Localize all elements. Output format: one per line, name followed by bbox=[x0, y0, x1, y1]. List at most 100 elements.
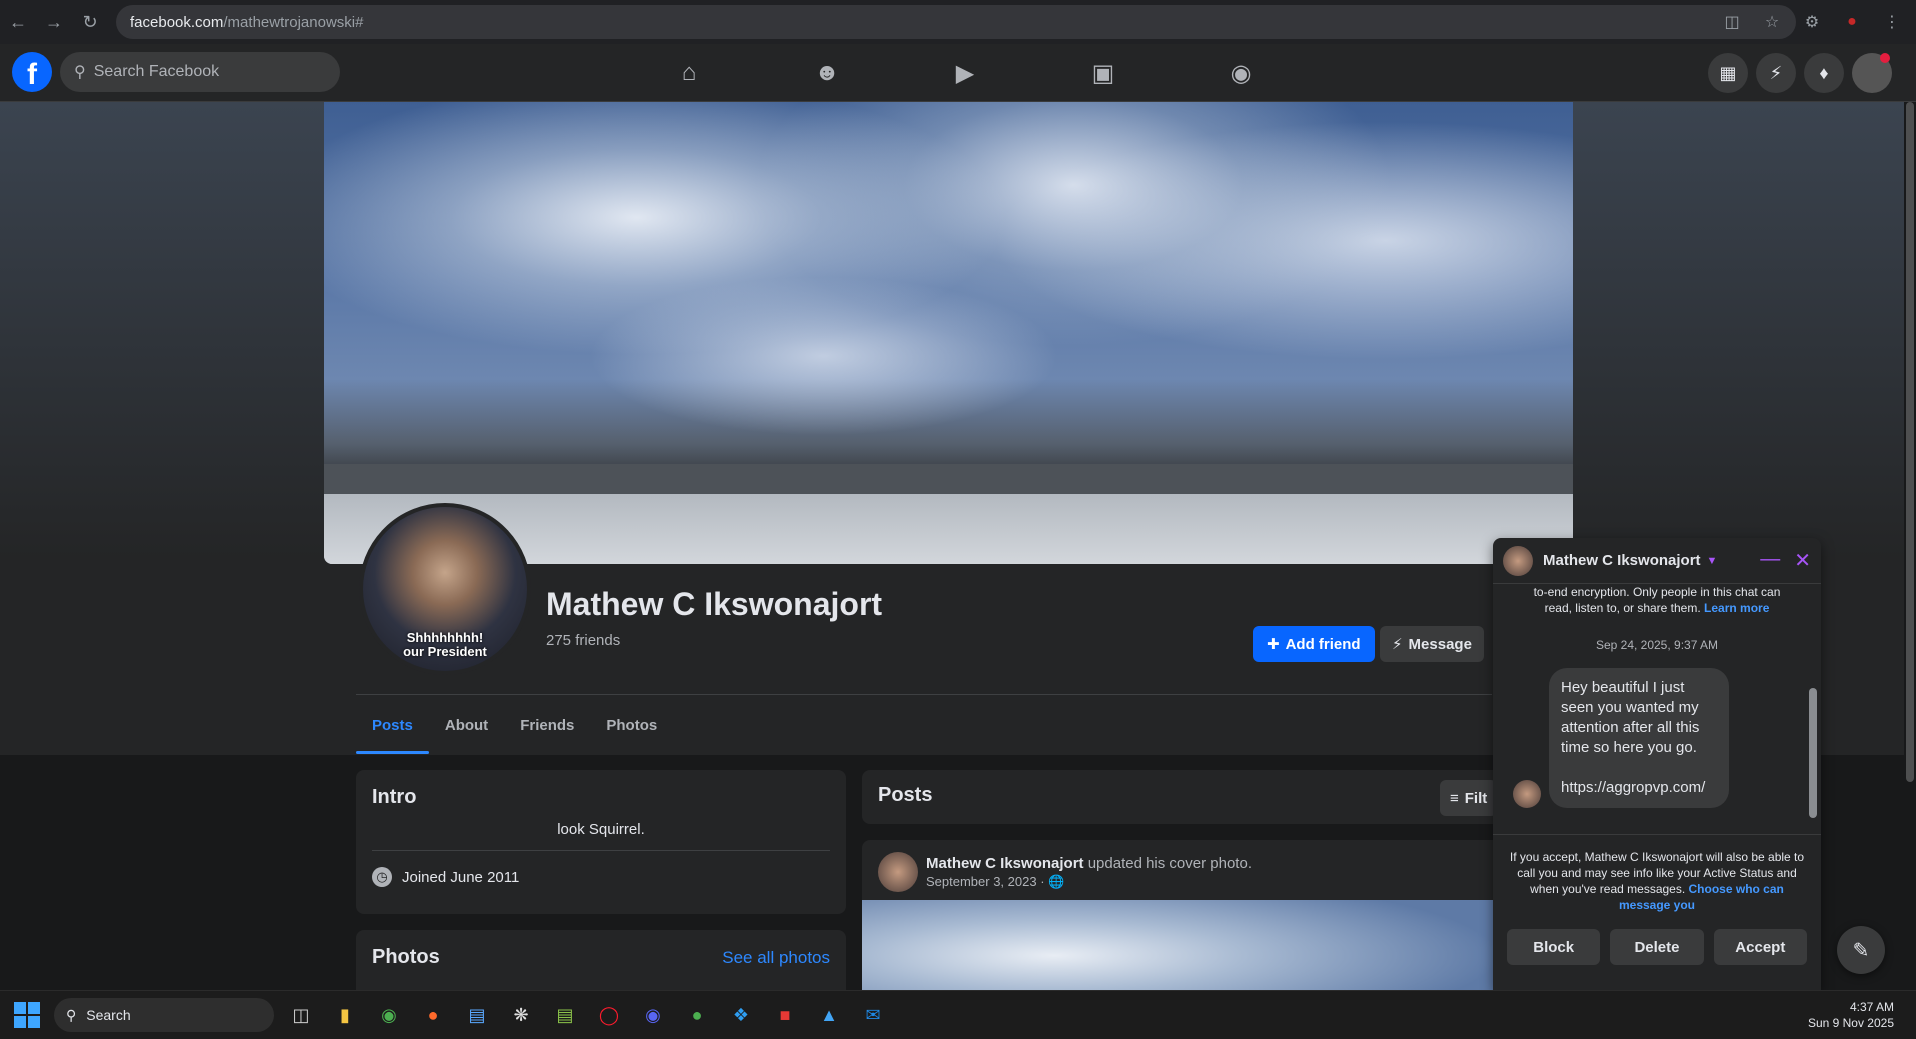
friends-icon[interactable]: ☻ bbox=[758, 44, 896, 102]
tab-photos[interactable]: Photos bbox=[590, 696, 673, 754]
globe-icon: 🌐 bbox=[1048, 873, 1065, 889]
video-icon[interactable]: ▶ bbox=[896, 44, 1034, 102]
posts-header-card: Posts ≡ Filt bbox=[862, 770, 1502, 824]
message-timestamp: Sep 24, 2025, 9:37 AM bbox=[1595, 638, 1719, 652]
chat-name[interactable]: Mathew C Ikswonajort bbox=[1543, 552, 1701, 569]
chrome-icon[interactable]: ◉ bbox=[372, 998, 406, 1032]
filters-label: Filt bbox=[1464, 789, 1488, 807]
taskbar-clock[interactable]: 4:37 AM Sun 9 Nov 2025 bbox=[1808, 999, 1894, 1031]
hs-icon[interactable]: ● bbox=[680, 998, 714, 1032]
account-icon[interactable] bbox=[1852, 53, 1892, 93]
taskbar-search[interactable]: ⚲ Search bbox=[54, 998, 274, 1032]
chatgpt-icon[interactable]: ❋ bbox=[504, 998, 538, 1032]
marketplace-icon[interactable]: ▣ bbox=[1034, 44, 1172, 102]
browser-toolbar: ← → ↻ facebook.com/mathewtrojanowski# ◫ … bbox=[0, 0, 1916, 44]
chat-scrollbar[interactable] bbox=[1809, 588, 1817, 834]
facebook-logo-icon[interactable]: f bbox=[12, 52, 52, 92]
chat-avatar[interactable] bbox=[1503, 545, 1533, 576]
post-date[interactable]: September 3, 2023 · bbox=[926, 874, 1045, 889]
facebook-header: f ⚲ Search Facebook ⌂ ☻ ▶ ▣ ◉ ▦ ⚡ ♦ bbox=[0, 44, 1916, 102]
chat-window: Mathew C Ikswonajort ▼ — ✕ to-end encryp… bbox=[1493, 538, 1821, 990]
notification-dot bbox=[1880, 53, 1890, 63]
messenger-icon[interactable]: ⚡ bbox=[1756, 53, 1796, 93]
tab-about[interactable]: About bbox=[429, 696, 504, 754]
messenger-icon: ⚡ bbox=[1392, 636, 1403, 653]
groups-icon[interactable]: ◉ bbox=[1172, 44, 1310, 102]
see-all-photos-link[interactable]: See all photos bbox=[722, 948, 830, 968]
task-view-icon[interactable]: ◫ bbox=[284, 998, 318, 1032]
search-icon: ⚲ bbox=[74, 64, 86, 81]
add-friend-icon: ✚ bbox=[1267, 636, 1280, 653]
joined-text: Joined June 2011 bbox=[402, 868, 520, 886]
editor-icon[interactable]: ▤ bbox=[548, 998, 582, 1032]
chat-messages[interactable]: to-end encryption. Only people in this c… bbox=[1493, 584, 1821, 834]
chat-scrollbar-thumb[interactable] bbox=[1809, 688, 1817, 818]
search-placeholder: Search Facebook bbox=[93, 63, 220, 80]
minimize-icon[interactable]: — bbox=[1760, 548, 1780, 573]
search-input[interactable]: ⚲ Search Facebook bbox=[60, 52, 340, 92]
photos-app-icon[interactable]: ▲ bbox=[812, 998, 846, 1032]
menu-icon[interactable]: ⋮ bbox=[1876, 6, 1908, 38]
clock-date: Sun 9 Nov 2025 bbox=[1807, 1016, 1894, 1030]
home-icon[interactable]: ⌂ bbox=[620, 44, 758, 102]
accept-button[interactable]: Accept bbox=[1713, 929, 1807, 965]
add-friend-label: Add friend bbox=[1285, 635, 1361, 653]
search-icon: ⚲ bbox=[66, 1006, 77, 1023]
app-icon[interactable]: ● bbox=[416, 998, 450, 1032]
outlook-icon[interactable]: ✉ bbox=[856, 998, 890, 1032]
message-bubble[interactable]: Hey beautiful I just seen you wanted my … bbox=[1549, 668, 1729, 808]
install-icon[interactable]: ◫ bbox=[1716, 6, 1748, 38]
filters-button[interactable]: ≡ Filt bbox=[1440, 780, 1498, 816]
filezilla-icon[interactable]: ■ bbox=[768, 998, 802, 1032]
message-button[interactable]: ⚡ Message bbox=[1380, 626, 1484, 662]
friends-count[interactable]: 275 friends bbox=[546, 632, 620, 649]
address-bar[interactable]: facebook.com/mathewtrojanowski# bbox=[116, 5, 1796, 39]
star-icon[interactable]: ☆ bbox=[1756, 6, 1788, 38]
taskbar: ⚲ Search ◫ ▮ ◉ ● ▤ ❋ ▤ ◯ ◉ ● ❖ ■ ▲ ✉ 4:3… bbox=[0, 990, 1916, 1039]
back-icon[interactable]: ← bbox=[0, 4, 36, 40]
profile-picture[interactable]: Shhhhhhhh! our President bbox=[359, 503, 531, 675]
block-button[interactable]: Block bbox=[1507, 929, 1601, 965]
cover-photo[interactable] bbox=[324, 102, 1573, 564]
notepad-icon[interactable]: ▤ bbox=[460, 998, 494, 1032]
close-icon[interactable]: ✕ bbox=[1794, 548, 1811, 573]
message-label: Message bbox=[1408, 635, 1472, 653]
forward-icon[interactable]: → bbox=[36, 4, 72, 40]
vscode-icon[interactable]: ❖ bbox=[724, 998, 758, 1032]
discord-icon[interactable]: ◉ bbox=[636, 998, 670, 1032]
add-friend-button[interactable]: ✚ Add friend bbox=[1253, 626, 1375, 662]
extensions-icon[interactable]: ⚙ bbox=[1796, 6, 1828, 38]
message-row: Hey beautiful I just seen you wanted my … bbox=[1513, 668, 1801, 808]
intro-card: Intro look Squirrel. ◷ Joined June 2011 bbox=[356, 770, 846, 914]
chat-header[interactable]: Mathew C Ikswonajort ▼ — ✕ bbox=[1493, 538, 1821, 584]
file-explorer-icon[interactable]: ▮ bbox=[328, 998, 362, 1032]
post-action: updated his cover photo. bbox=[1087, 854, 1252, 872]
profile-name: Mathew C Ikswonajort bbox=[546, 586, 883, 622]
post-author-avatar[interactable] bbox=[878, 852, 918, 892]
tab-posts[interactable]: Posts bbox=[356, 696, 429, 754]
page-scrollbar-thumb[interactable] bbox=[1906, 102, 1914, 782]
encryption-notice: to-end encryption. Only people in this c… bbox=[1513, 584, 1801, 616]
clock-time: 4:37 AM bbox=[1849, 1000, 1894, 1014]
request-actions: Block Delete Accept bbox=[1493, 913, 1821, 981]
url-path: /mathewtrojanowski# bbox=[223, 13, 364, 31]
profile-icon[interactable]: ● bbox=[1836, 6, 1868, 38]
windows-start-icon[interactable] bbox=[14, 1002, 40, 1028]
learn-more-link[interactable]: Learn more bbox=[1704, 601, 1769, 615]
chevron-down-icon[interactable]: ▼ bbox=[1707, 555, 1718, 567]
posts-title: Posts bbox=[878, 784, 933, 806]
reload-icon[interactable]: ↻ bbox=[72, 4, 108, 40]
page-scrollbar[interactable] bbox=[1904, 102, 1916, 989]
sender-avatar[interactable] bbox=[1513, 780, 1541, 808]
new-message-icon[interactable]: ✎ bbox=[1837, 926, 1885, 974]
filter-icon: ≡ bbox=[1450, 789, 1459, 807]
tab-friends[interactable]: Friends bbox=[504, 696, 590, 754]
profile-tabs: Posts About Friends Photos bbox=[356, 696, 673, 754]
post-author[interactable]: Mathew C Ikswonajort bbox=[926, 855, 1084, 872]
delete-button[interactable]: Delete bbox=[1610, 929, 1704, 965]
menu-grid-icon[interactable]: ▦ bbox=[1708, 53, 1748, 93]
photos-title: Photos bbox=[372, 946, 440, 968]
notifications-icon[interactable]: ♦ bbox=[1804, 53, 1844, 93]
profile-picture-caption: Shhhhhhhh! our President bbox=[403, 630, 487, 659]
opera-icon[interactable]: ◯ bbox=[592, 998, 626, 1032]
